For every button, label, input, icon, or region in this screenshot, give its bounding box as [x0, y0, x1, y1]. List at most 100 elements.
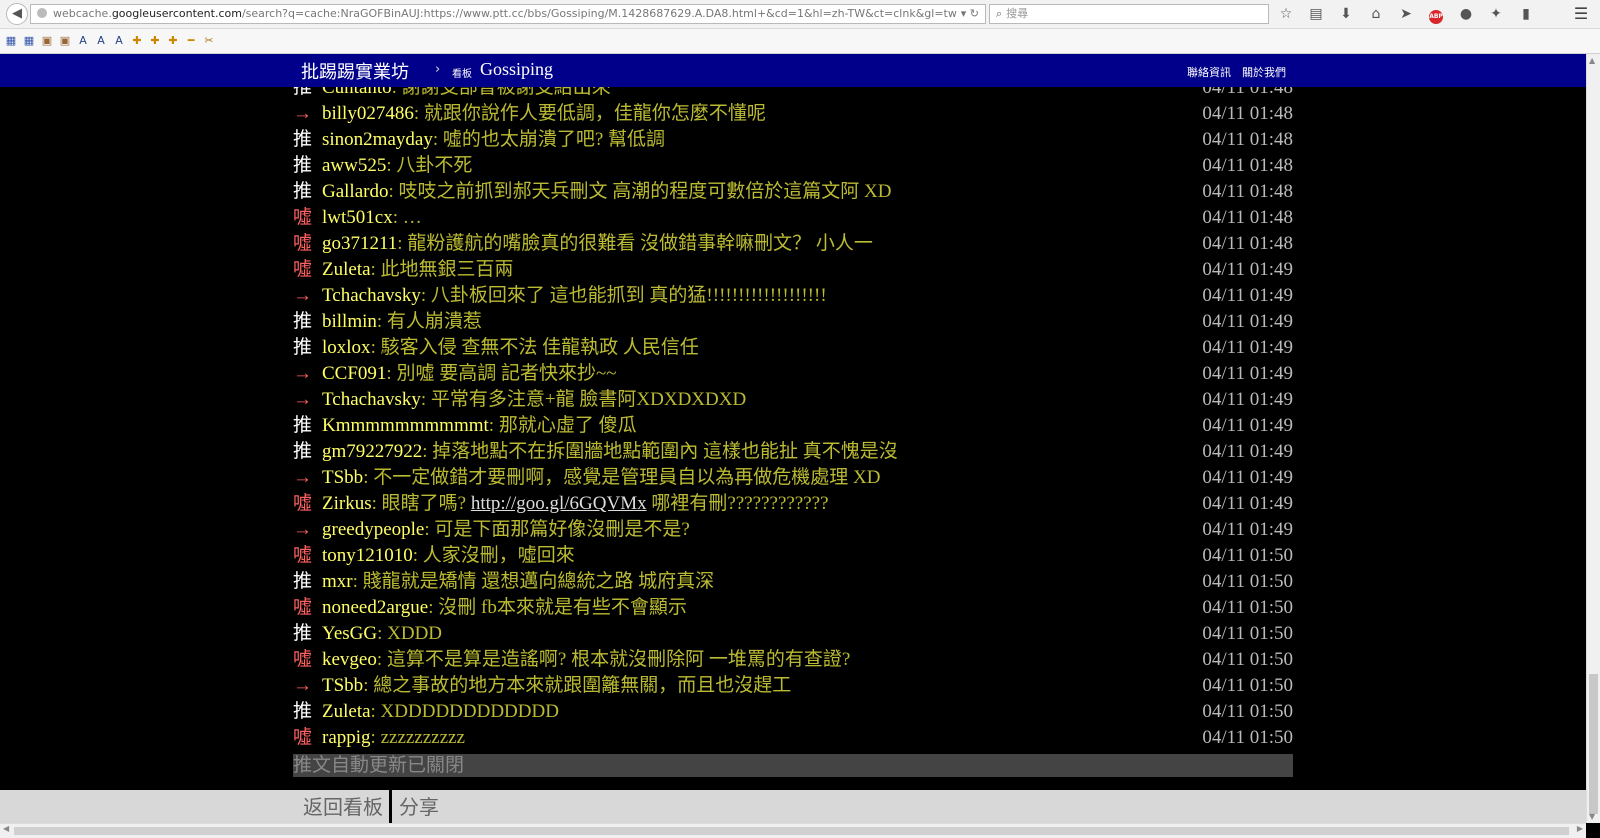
push-tag: → [293, 103, 312, 124]
push-content: : 沒刪 fb本來就是有些不會顯示 [428, 597, 687, 618]
push-text: : 不一定做錯才要刪啊，感覺是管理員自以為再做危機處理 XD [363, 467, 881, 488]
push-tag: 推 [293, 441, 313, 462]
minus-icon[interactable]: ━ [185, 34, 197, 47]
push-row: 推 Kmmmmmmmmmmt: 那就心虛了 傻瓜 04/11 01:49 [293, 413, 1293, 439]
font-smaller-icon[interactable]: A [95, 34, 107, 47]
push-row: → TSbb: 總之事故的地方本來就跟圍籬無關，而且也沒趕工 04/11 01:50 [293, 673, 1293, 699]
vertical-scroll-thumb[interactable] [1589, 674, 1598, 814]
browser-toolbar: ◀ webcache.googleusercontent.com/search?… [0, 0, 1600, 29]
share-link[interactable]: 分享 [399, 794, 439, 820]
tools-icon[interactable]: ✂ [203, 34, 215, 47]
font-reset-icon[interactable]: A [113, 34, 125, 47]
push-userid: Zuleta [322, 701, 371, 722]
push-userid: billmin [322, 311, 377, 332]
push-text: : 那就心虛了 傻瓜 [488, 415, 637, 436]
push-row: 推 Cuntanto: 謝謝支部暫被謝支給出來 04/11 01:48 [293, 87, 1293, 101]
push-text-after-link: 哪裡有刪???????????? [646, 493, 829, 514]
push-userid: go371211 [322, 233, 398, 254]
push-content: : XDDD [377, 623, 442, 644]
push-text: : 有人崩潰惹 [376, 311, 482, 332]
zoom-out-icon[interactable]: ✚ [167, 34, 179, 47]
push-content: : 平常有多注意+龍 臉書阿XDXDXDXD [421, 389, 746, 410]
push-row: 噓 Zirkus: 眼瞎了嗎? http://goo.gl/6GQVMx 哪裡有刪… [293, 491, 1293, 517]
push-content: : 八卦板回來了 這也能抓到 真的猛!!!!!!!!!!!!!!!!!!! [421, 285, 827, 306]
push-row: 噓 kevgeo: 這算不是算是造謠啊? 根本就沒刪除阿 一堆罵的有查證? 04/1… [293, 647, 1293, 673]
menu-icon[interactable]: ☰ [1570, 4, 1592, 24]
site-info-icon[interactable] [37, 8, 47, 18]
push-time: 04/11 01:48 [1202, 129, 1293, 150]
push-content: : 可是下面那篇好像沒刪是不是? [424, 519, 689, 540]
push-userid: tony121010 [322, 545, 413, 566]
push-content: : 此地無銀三百兩 [371, 259, 514, 280]
horizontal-scroll-thumb[interactable] [14, 827, 1569, 835]
extension-icon[interactable]: ✦ [1486, 4, 1506, 24]
push-text: : 可是下面那篇好像沒刪是不是? [424, 519, 690, 540]
download-icon[interactable]: ⬇ [1336, 4, 1356, 24]
star-icon[interactable]: ☆ [1276, 4, 1296, 24]
push-text: : 八卦板回來了 這也能抓到 真的猛!!!!!!!!!!!!!!!!!!! [420, 285, 827, 306]
horizontal-scrollbar[interactable]: ◀ ▶ [0, 823, 1586, 838]
back-arrow-icon[interactable]: ◀ [6, 3, 28, 25]
push-link[interactable]: http://goo.gl/6GQVMx [471, 493, 647, 514]
board-tag: 看板 [452, 69, 472, 80]
push-tag: 推 [293, 311, 313, 332]
push-userid: YesGG [322, 623, 378, 644]
contact-link[interactable]: 聯絡資訊 [1187, 64, 1231, 80]
push-time: 04/11 01:49 [1202, 311, 1293, 332]
addon-icon-1[interactable]: ▦ [5, 34, 17, 47]
reload-icon[interactable]: ▾ ↻ [961, 5, 979, 23]
push-content: : 吱吱之前抓到郝天兵刪文 高潮的程度可數倍於這篇文阿 XD [388, 181, 891, 202]
addon-icon-3[interactable]: ▣ [41, 34, 53, 47]
push-tag: 噓 [293, 545, 313, 566]
addon-icon-4[interactable]: ▣ [59, 34, 71, 47]
zoom-in-icon[interactable]: ✚ [131, 34, 143, 47]
zoom-in-alt-icon[interactable]: ✚ [149, 34, 161, 47]
push-row: → Tchachavsky: 八卦板回來了 這也能抓到 真的猛!!!!!!!!!!… [293, 283, 1293, 309]
push-userid: loxlox [322, 337, 371, 358]
push-tag: 噓 [293, 233, 313, 254]
push-content: : 眼瞎了嗎? http://goo.gl/6GQVMx 哪裡有刪???????… [372, 493, 829, 514]
push-row: → Tchachavsky: 平常有多注意+龍 臉書阿XDXDXDXD 04/11 … [293, 387, 1293, 413]
push-time: 04/11 01:49 [1202, 285, 1293, 306]
push-content: : 不一定做錯才要刪啊，感覺是管理員自以為再做危機處理 XD [363, 467, 880, 488]
vertical-scrollbar[interactable]: ▲ ▼ [1586, 54, 1600, 823]
board-name[interactable]: Gossiping [480, 59, 553, 80]
home-icon[interactable]: ⌂ [1366, 4, 1386, 24]
address-bar[interactable]: webcache.googleusercontent.com/search?q=… [30, 4, 986, 24]
push-tag: 推 [293, 337, 313, 358]
addon-icon-2[interactable]: ▦ [23, 34, 35, 47]
push-tag: 推 [293, 415, 313, 436]
url-prefix: webcache. [53, 7, 112, 20]
about-link[interactable]: 關於我們 [1242, 64, 1286, 80]
push-time: 04/11 01:48 [1202, 87, 1293, 98]
scroll-down-icon[interactable]: ▼ [1589, 812, 1595, 821]
send-icon[interactable]: ➤ [1396, 4, 1416, 24]
push-tag: 推 [293, 129, 313, 150]
push-time: 04/11 01:50 [1202, 545, 1293, 566]
push-text: : 此地無銀三百兩 [370, 259, 514, 280]
push-text: : 龍粉護航的嘴臉真的很難看 沒做錯事幹嘛刪文？ 小人一 [397, 233, 873, 254]
adblock-label: ABP [1429, 10, 1443, 24]
push-text: : 總之事故的地方本來就跟圍籬無關，而且也沒趕工 [363, 675, 792, 696]
push-content: : 人家沒刪，噓回來 [413, 545, 575, 566]
site-brand[interactable]: 批踢踢實業坊 [301, 58, 409, 84]
push-tag: → [293, 519, 312, 540]
push-userid: lwt501cx [322, 207, 393, 228]
scroll-left-icon[interactable]: ◀ [3, 824, 9, 833]
push-time: 04/11 01:50 [1202, 649, 1293, 670]
push-text: : 掉落地點不在拆圍牆地點範圍內 這樣也能扯 真不愧是沒 [422, 441, 898, 462]
push-time: 04/11 01:48 [1202, 181, 1293, 202]
clipboard-icon[interactable]: ▮ [1516, 4, 1536, 24]
scroll-right-icon[interactable]: ▶ [1577, 824, 1583, 833]
scroll-up-icon[interactable]: ▲ [1589, 56, 1595, 65]
back-to-board-link[interactable]: 返回看板 [303, 794, 383, 820]
search-input[interactable]: ⌕ 搜尋 [989, 4, 1269, 24]
push-row: 推 gm79227922: 掉落地點不在拆圍牆地點範圍內 這樣也能扯 真不愧是沒 0… [293, 439, 1293, 465]
chat-icon[interactable]: ● [1456, 4, 1476, 24]
bottom-divider [389, 790, 392, 823]
reading-list-icon[interactable]: ▤ [1306, 4, 1326, 24]
font-larger-icon[interactable]: A [77, 34, 89, 47]
push-time: 04/11 01:50 [1202, 571, 1293, 592]
adblock-icon[interactable]: ABP [1426, 4, 1446, 24]
push-text: : XDDDDDDDDDDDD [370, 701, 559, 722]
